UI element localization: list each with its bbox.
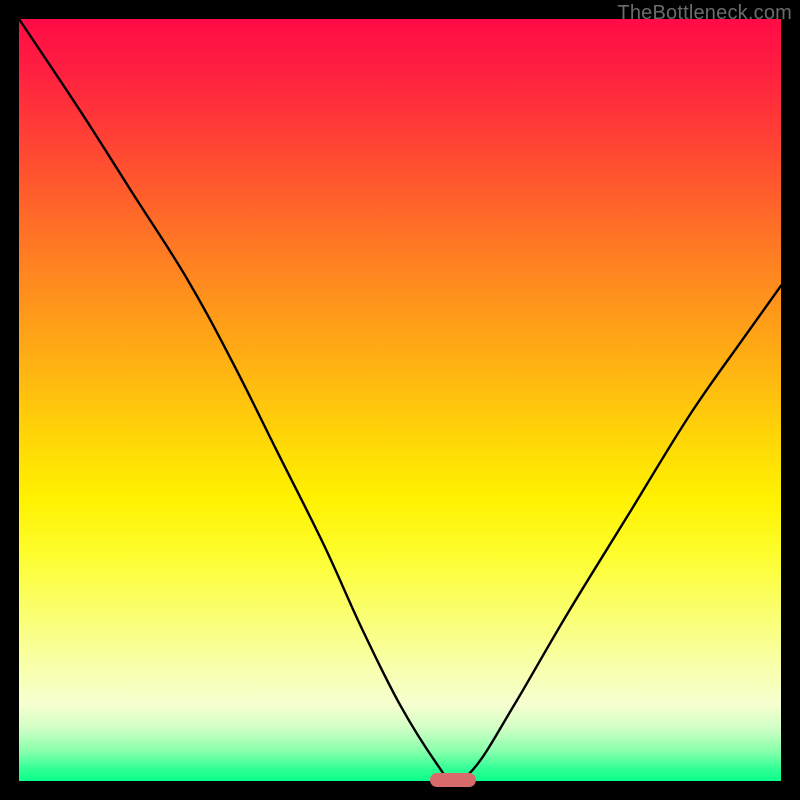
bottleneck-curve bbox=[19, 19, 781, 781]
curve-path bbox=[19, 19, 781, 781]
chart-frame: TheBottleneck.com bbox=[0, 0, 800, 800]
plot-area bbox=[19, 19, 781, 781]
watermark-text: TheBottleneck.com bbox=[617, 2, 792, 25]
optimal-marker bbox=[430, 773, 476, 787]
